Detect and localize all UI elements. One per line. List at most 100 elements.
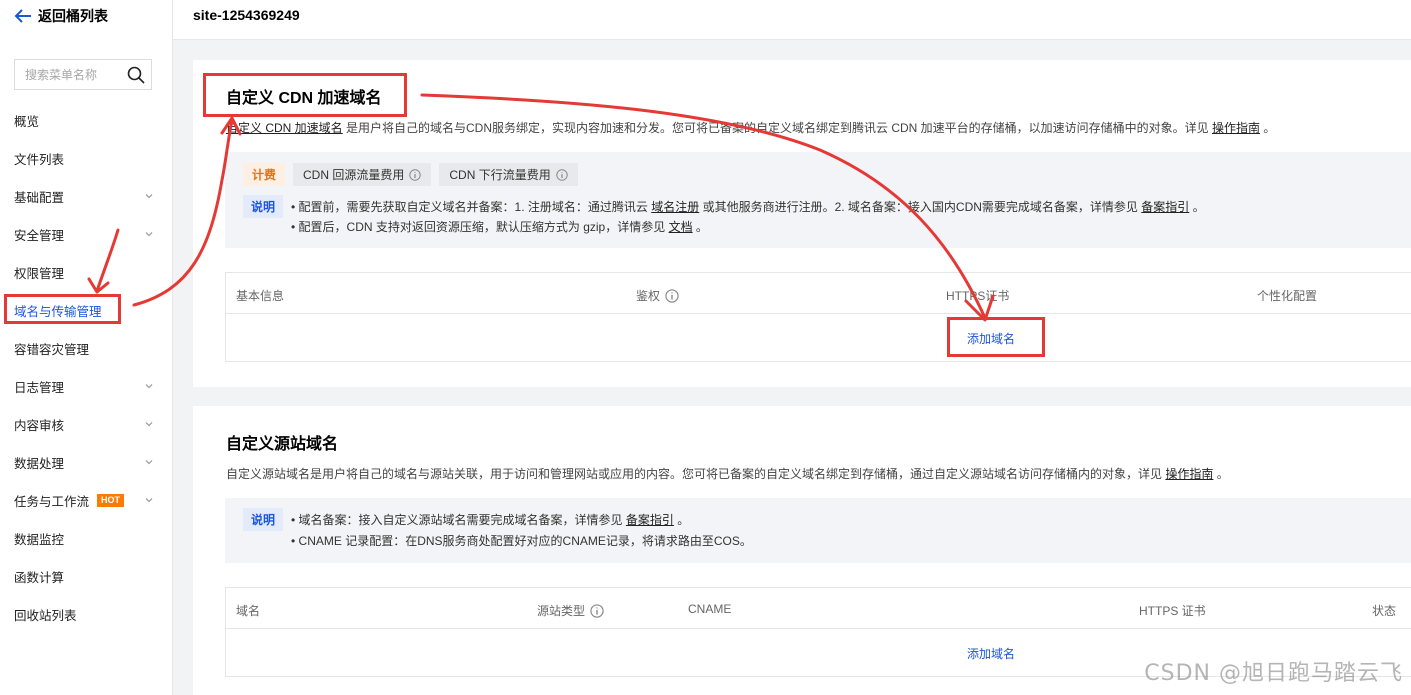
column-header-label: 鉴权 bbox=[636, 289, 661, 303]
origin-note-2: • CNAME 记录配置：在DNS服务商处配置好对应的CNAME记录，将请求路由… bbox=[291, 534, 752, 548]
filing-guide-link[interactable]: 备案指引 bbox=[1141, 200, 1189, 214]
sidebar-item-data-processing[interactable]: 数据处理 bbox=[0, 443, 172, 481]
sidebar-item-label: 权限管理 bbox=[14, 266, 65, 281]
origin-section-description: 自定义源站域名是用户将自己的域名与源站关联，用于访问和管理网站或应用的内容。您可… bbox=[226, 465, 1229, 482]
filing-guide-link[interactable]: 备案指引 bbox=[626, 513, 674, 527]
sidebar-item-label: 函数计算 bbox=[14, 570, 65, 585]
sidebar-item-recycle-bin[interactable]: 回收站列表 bbox=[0, 595, 172, 633]
chevron-down-icon bbox=[145, 384, 153, 389]
header-bar: site-1254369249 bbox=[173, 0, 1411, 40]
column-header-label: 源站类型 bbox=[537, 604, 586, 618]
cdn-guide-link[interactable]: 操作指南 bbox=[1212, 121, 1260, 135]
fee-tag-origin: CDN 回源流量费用 bbox=[293, 163, 432, 186]
cdn-desc-end: 。 bbox=[1260, 121, 1276, 135]
sidebar-item-label: 日志管理 bbox=[14, 380, 65, 395]
sidebar-item-tasks-workflows[interactable]: 任务与工作流 HOT bbox=[0, 481, 172, 519]
info-icon[interactable] bbox=[590, 603, 604, 618]
sidebar-item-data-monitoring[interactable]: 数据监控 bbox=[0, 519, 172, 557]
chevron-down-icon bbox=[145, 422, 153, 427]
cdn-section-description: 自定义 CDN 加速域名 是用户将自己的域名与CDN服务绑定，实现内容加速和分发… bbox=[226, 119, 1275, 136]
origin-section-title: 自定义源站域名 bbox=[226, 436, 339, 453]
table-header: 基本信息 鉴权 HTTPS证书 个性化配置 bbox=[226, 273, 1411, 314]
sidebar-item-content-moderation[interactable]: 内容审核 bbox=[0, 405, 172, 443]
sidebar-item-fault-tolerance[interactable]: 容错容灾管理 bbox=[0, 329, 172, 367]
menu-search-box bbox=[14, 59, 152, 90]
fee-tag-origin-label: CDN 回源流量费用 bbox=[303, 168, 405, 182]
chevron-down-icon bbox=[145, 498, 153, 503]
chevron-down-icon bbox=[145, 232, 153, 237]
sidebar-item-label: 内容审核 bbox=[14, 418, 65, 433]
cdn-desc-text: 是用户将自己的域名与CDN服务绑定，实现内容加速和分发。您可将已备案的自定义域名… bbox=[342, 121, 1213, 135]
add-origin-domain-link[interactable]: 添加域名 bbox=[967, 645, 1015, 662]
cdn-domain-table: 基本信息 鉴权 HTTPS证书 个性化配置 添加域名 bbox=[225, 272, 1411, 362]
cdn-note-2-text: • 配置后，CDN 支持对返回资源压缩，默认压缩方式为 gzip，详情参见 bbox=[291, 220, 669, 234]
origin-domain-section: 自定义源站域名 自定义源站域名是用户将自己的域名与源站关联，用于访问和管理网站或… bbox=[193, 406, 1411, 695]
sidebar-item-label: 任务与工作流 bbox=[14, 494, 90, 509]
cdn-notice-box: 计费 CDN 回源流量费用 CDN 下行流量费用 说明 • 配置前，需要先获取自… bbox=[225, 152, 1411, 248]
sidebar-item-permissions[interactable]: 权限管理 bbox=[0, 253, 172, 291]
column-header: HTTPS证书 bbox=[946, 289, 1010, 303]
annotation-box-sidebar-item bbox=[4, 294, 121, 324]
sidebar: 返回桶列表 概览 文件列表 基础配置 安全管理 权限管理 域名与传输管理 容错容… bbox=[0, 0, 173, 695]
sidebar-item-label: 数据监控 bbox=[14, 532, 65, 547]
sidebar-item-label: 安全管理 bbox=[14, 228, 65, 243]
back-label: 返回桶列表 bbox=[38, 8, 108, 24]
cdn-note-1-end: 。 bbox=[1189, 200, 1205, 214]
chevron-down-icon bbox=[145, 194, 153, 199]
origin-note-1-text: • 域名备案：接入自定义源站域名需要完成域名备案，详情参见 bbox=[291, 513, 626, 527]
column-header: 状态 bbox=[1372, 604, 1397, 618]
annotation-box-add-domain bbox=[947, 317, 1045, 357]
menu-search-input[interactable] bbox=[15, 60, 125, 89]
cdn-domain-link[interactable]: 自定义 CDN 加速域名 bbox=[226, 121, 343, 135]
column-header-auth: 鉴权 bbox=[636, 287, 679, 304]
sidebar-item-label: 容错容灾管理 bbox=[14, 342, 90, 357]
column-header: CNAME bbox=[688, 602, 732, 616]
origin-desc-end: 。 bbox=[1213, 467, 1229, 481]
docs-link[interactable]: 文档 bbox=[669, 220, 693, 234]
bucket-name: site-1254369249 bbox=[193, 7, 300, 23]
arrow-left-icon bbox=[14, 9, 31, 23]
sidebar-item-label: 概览 bbox=[14, 114, 40, 129]
column-header: 域名 bbox=[236, 604, 261, 618]
sidebar-item-overview[interactable]: 概览 bbox=[0, 101, 172, 139]
search-icon[interactable] bbox=[127, 66, 145, 84]
sidebar-item-label: 文件列表 bbox=[14, 152, 65, 167]
fee-tag-downstream: CDN 下行流量费用 bbox=[439, 163, 578, 186]
column-header: HTTPS 证书 bbox=[1139, 604, 1206, 618]
sidebar-item-function-compute[interactable]: 函数计算 bbox=[0, 557, 172, 595]
note-tag: 说明 bbox=[243, 195, 284, 218]
cdn-note-1-text: • 配置前，需要先获取自定义域名并备案：1. 注册域名：通过腾讯云 bbox=[291, 200, 652, 214]
column-header: 个性化配置 bbox=[1257, 289, 1318, 303]
sidebar-item-label: 回收站列表 bbox=[14, 608, 77, 623]
domain-register-link[interactable]: 域名注册 bbox=[651, 200, 699, 214]
cdn-note-2: • 配置后，CDN 支持对返回资源压缩，默认压缩方式为 gzip，详情参见 文档… bbox=[291, 218, 708, 235]
sidebar-item-logs[interactable]: 日志管理 bbox=[0, 367, 172, 405]
origin-note-1: • 域名备案：接入自定义源站域名需要完成域名备案，详情参见 备案指引 。 bbox=[291, 511, 689, 528]
hot-badge: HOT bbox=[97, 493, 125, 507]
sidebar-item-security[interactable]: 安全管理 bbox=[0, 215, 172, 253]
fee-tag-downstream-label: CDN 下行流量费用 bbox=[449, 168, 551, 182]
info-icon[interactable] bbox=[665, 288, 679, 303]
cdn-note-1-text-2: 或其他服务商进行注册。2. 域名备案：接入国内CDN需要完成域名备案，详情参见 bbox=[699, 200, 1142, 214]
table-header: 域名 源站类型 CNAME HTTPS 证书 状态 bbox=[226, 588, 1411, 629]
table-empty-row: 添加域名 bbox=[226, 314, 1411, 361]
annotation-box-cdn-title bbox=[203, 73, 407, 117]
sidebar-item-file-list[interactable]: 文件列表 bbox=[0, 139, 172, 177]
column-header-origin-type: 源站类型 bbox=[537, 602, 604, 619]
origin-guide-link[interactable]: 操作指南 bbox=[1165, 467, 1213, 481]
info-icon[interactable] bbox=[556, 168, 568, 181]
chevron-down-icon bbox=[145, 460, 153, 465]
back-to-bucket-list-link[interactable]: 返回桶列表 bbox=[14, 6, 108, 26]
origin-notice-box: 说明 • 域名备案：接入自定义源站域名需要完成域名备案，详情参见 备案指引 。 … bbox=[225, 498, 1411, 563]
cdn-note-2-end: 。 bbox=[692, 220, 708, 234]
column-header: 基本信息 bbox=[236, 289, 285, 303]
sidebar-menu: 概览 文件列表 基础配置 安全管理 权限管理 域名与传输管理 容错容灾管理 日志… bbox=[0, 101, 172, 633]
note-tag: 说明 bbox=[243, 508, 284, 531]
info-icon[interactable] bbox=[409, 168, 422, 181]
sidebar-item-label: 数据处理 bbox=[14, 456, 65, 471]
cdn-note-1: • 配置前，需要先获取自定义域名并备案：1. 注册域名：通过腾讯云 域名注册 或… bbox=[291, 198, 1205, 215]
sidebar-item-label: 基础配置 bbox=[14, 190, 65, 205]
watermark: CSDN @旭日跑马踏云飞 bbox=[1144, 661, 1403, 686]
origin-desc-text: 自定义源站域名是用户将自己的域名与源站关联，用于访问和管理网站或应用的内容。您可… bbox=[226, 467, 1166, 481]
sidebar-item-basic-config[interactable]: 基础配置 bbox=[0, 177, 172, 215]
